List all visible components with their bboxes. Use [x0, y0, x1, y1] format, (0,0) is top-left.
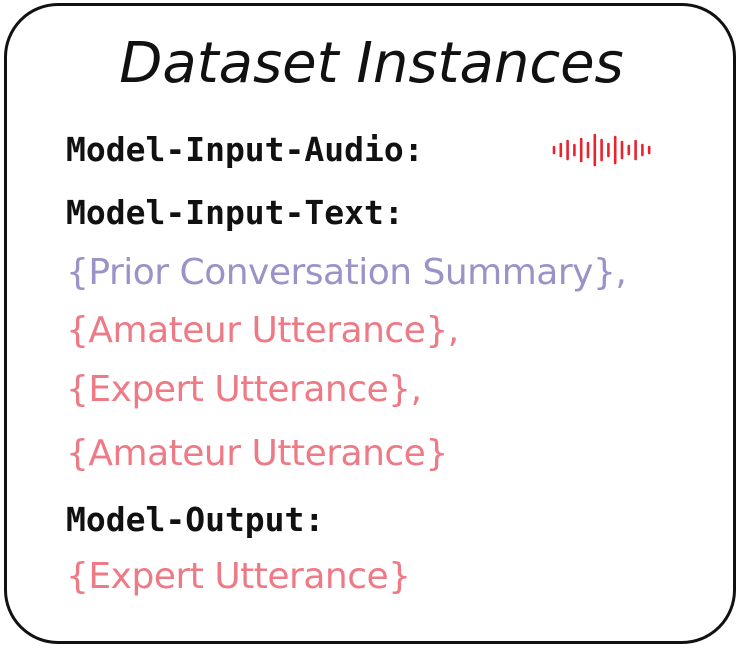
model-input-audio-label: Model-Input-Audio: [66, 130, 424, 169]
model-input-text-label: Model-Input-Text: [66, 193, 404, 232]
amateur-utterance-1: {Amateur Utterance}, [66, 310, 459, 351]
card-title: Dataset Instances [119, 31, 624, 96]
expert-utterance-input: {Expert Utterance}, [66, 369, 422, 410]
expert-utterance-output: {Expert Utterance} [66, 556, 411, 597]
model-output-label: Model-Output: [66, 500, 325, 539]
audio-waveform-icon [552, 133, 651, 167]
amateur-utterance-2: {Amateur Utterance} [66, 433, 448, 474]
prior-conversation-summary: {Prior Conversation Summary}, [66, 252, 627, 293]
